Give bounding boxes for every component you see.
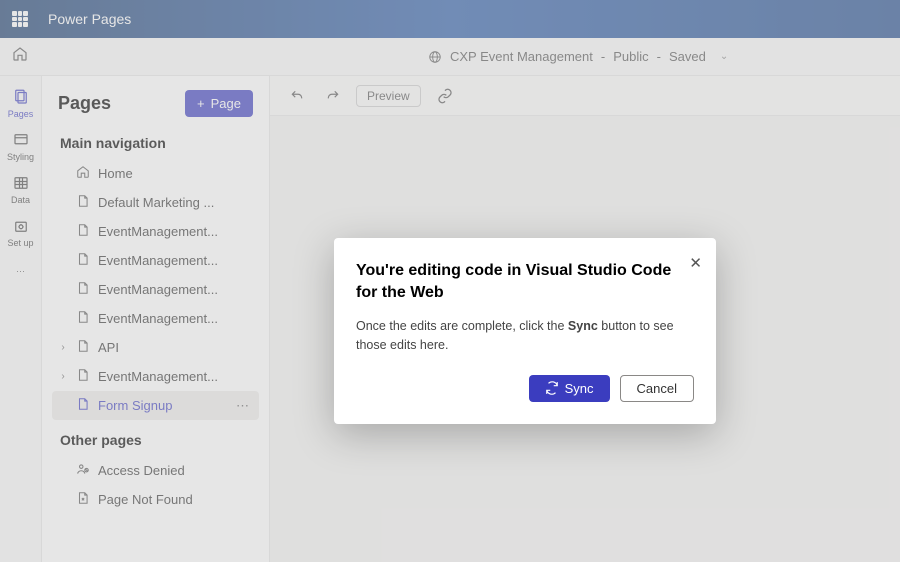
- close-icon: ✕: [689, 255, 702, 272]
- modal-overlay: ✕ You're editing code in Visual Studio C…: [0, 0, 900, 562]
- modal-title: You're editing code in Visual Studio Cod…: [356, 260, 694, 303]
- sync-icon: [545, 381, 559, 395]
- cancel-button[interactable]: Cancel: [620, 375, 694, 402]
- sync-modal: ✕ You're editing code in Visual Studio C…: [334, 238, 716, 424]
- sync-button[interactable]: Sync: [529, 375, 610, 402]
- close-button[interactable]: ✕: [689, 254, 702, 272]
- modal-body: Once the edits are complete, click the S…: [356, 317, 694, 355]
